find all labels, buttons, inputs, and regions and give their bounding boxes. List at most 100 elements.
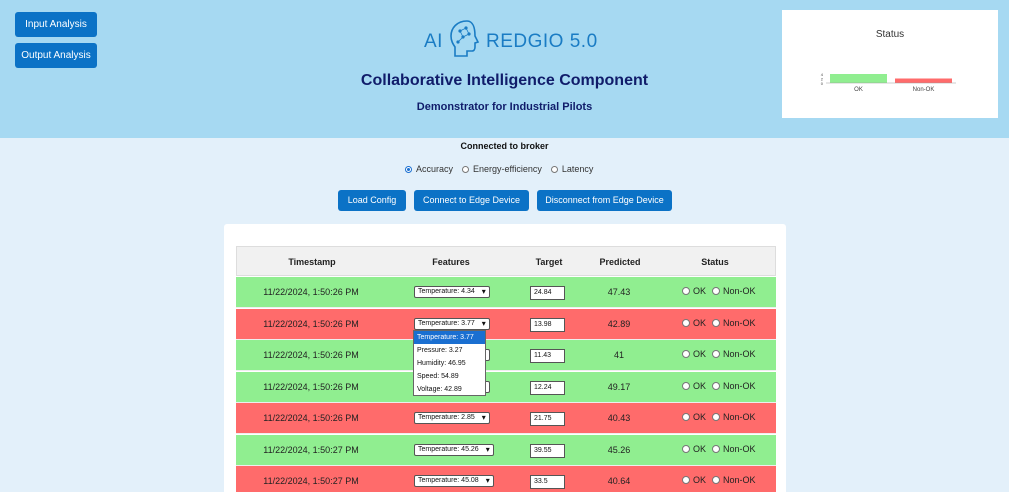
target-input[interactable]: 21.75 — [530, 412, 565, 426]
target-input[interactable]: 13.98 — [530, 317, 565, 332]
status-nok-radio[interactable] — [712, 381, 721, 390]
input-analysis-button[interactable]: Input Analysis — [15, 12, 97, 37]
status-ok-radio[interactable] — [682, 476, 690, 484]
mode-energy-radio[interactable] — [462, 165, 470, 173]
row-status-group: OK Non-OK — [682, 444, 762, 454]
status-ok-label: OK — [693, 286, 707, 296]
mode-latency-option[interactable]: Latency — [550, 164, 594, 174]
row-predicted: 49.17 — [607, 381, 631, 392]
table-row: 11/22/2024, 1:50:26 PM Temperature: 3.77 1… — [236, 308, 776, 340]
target-input[interactable]: 33.5 — [530, 475, 565, 489]
row-status-group: OK Non-OK — [682, 318, 762, 328]
status-ok-radio[interactable] — [682, 287, 690, 295]
mode-energy-option[interactable]: Energy-efficiency — [462, 164, 542, 174]
dropdown-option[interactable]: Pressure: 3.27 — [414, 344, 485, 357]
output-analysis-button[interactable]: Output Analysis — [15, 43, 97, 68]
header-predicted: Predicted — [599, 257, 641, 267]
row-status-group: OK Non-OK — [682, 286, 762, 296]
row-timestamp: 11/22/2024, 1:50:26 PM — [263, 381, 359, 392]
feature-select[interactable]: Temperature: 3.77 — [414, 317, 490, 330]
load-config-button[interactable]: Load Config — [338, 190, 406, 211]
row-timestamp: 11/22/2024, 1:50:26 PM — [263, 413, 359, 423]
status-ok-radio[interactable] — [682, 444, 690, 453]
row-status-group: OK Non-OK — [682, 475, 762, 485]
mode-accuracy-option[interactable]: Accuracy — [405, 164, 453, 174]
table-row: 11/22/2024, 1:50:26 PMTemperature: 3.771… — [236, 340, 776, 371]
row-timestamp: 11/22/2024, 1:50:26 PM — [263, 350, 359, 360]
row-predicted: 41 — [613, 350, 624, 360]
ai-head-icon — [445, 18, 483, 65]
status-ok-radio[interactable] — [682, 381, 690, 390]
status-bar-ok — [830, 74, 887, 83]
status-y-tick: 0 — [821, 81, 824, 86]
row-predicted: 47.43 — [607, 287, 631, 297]
status-nok-label: Non-OK — [723, 286, 756, 296]
status-nok-radio[interactable] — [712, 444, 721, 453]
status-x-label: Non-OK — [913, 87, 935, 93]
redgio-logo: AI REDGIO 5.0 — [420, 18, 600, 60]
target-input[interactable]: 39.55 — [530, 443, 565, 458]
row-timestamp: 11/22/2024, 1:50:27 PM — [263, 444, 359, 455]
header-status: Status — [701, 257, 729, 267]
features-dropdown-menu[interactable]: Temperature: 3.77 Pressure: 3.27 Humidity:… — [413, 330, 486, 396]
table-row: 11/22/2024, 1:50:26 PM Temperature: 2.85 2… — [236, 403, 776, 434]
status-chart: 024 OK Non-OK — [821, 72, 956, 93]
status-ok-radio[interactable] — [682, 350, 690, 358]
status-x-label: OK — [854, 87, 863, 93]
dropdown-option[interactable]: Voltage: 42.89 — [414, 383, 485, 396]
table-row: 11/22/2024, 1:50:27 PM Temperature: 45.26… — [236, 434, 776, 466]
dropdown-option[interactable]: Speed: 54.89 — [414, 370, 485, 383]
logo-name-text: REDGIO 5.0 — [486, 31, 598, 52]
status-ok-label: OK — [693, 380, 707, 391]
mode-latency-radio[interactable] — [550, 165, 558, 173]
status-nok-label: Non-OK — [723, 380, 756, 391]
feature-select[interactable]: Temperature: 2.85 — [414, 412, 490, 424]
status-y-tick: 2 — [821, 77, 824, 82]
status-ok-radio[interactable] — [682, 318, 690, 327]
status-nok-radio[interactable] — [712, 476, 721, 484]
status-ok-label: OK — [693, 475, 707, 485]
status-nok-label: Non-OK — [723, 475, 756, 485]
feature-select[interactable]: Temperature: 4.34 — [414, 286, 490, 298]
row-predicted: 42.89 — [607, 318, 631, 329]
table-header: Timestamp Features Target Predicted Stat… — [236, 246, 776, 276]
disconnect-edge-button[interactable]: Disconnect from Edge Device — [537, 190, 672, 211]
table-row: 11/22/2024, 1:50:26 PMTemperature: 3.771… — [236, 371, 776, 403]
status-bar-nok — [895, 78, 952, 83]
dropdown-option[interactable]: Humidity: 46.95 — [414, 357, 485, 370]
connect-edge-button[interactable]: Connect to Edge Device — [414, 190, 529, 211]
mode-latency-label: Latency — [561, 164, 594, 174]
status-nok-radio[interactable] — [712, 318, 721, 327]
broker-status-text: Connected to broker — [460, 141, 549, 151]
row-timestamp: 11/22/2024, 1:50:26 PM — [263, 318, 359, 329]
status-nok-radio[interactable] — [712, 350, 721, 358]
header-target: Target — [535, 257, 563, 267]
row-timestamp: 11/22/2024, 1:50:26 PM — [263, 287, 359, 297]
status-nok-label: Non-OK — [723, 349, 756, 359]
target-input[interactable]: 12.24 — [530, 380, 565, 395]
target-input[interactable]: 11.43 — [530, 349, 565, 363]
feature-select[interactable]: Temperature: 45.08 — [414, 475, 494, 487]
target-input[interactable]: 24.84 — [530, 286, 565, 300]
status-ok-label: OK — [693, 412, 707, 422]
status-ok-label: OK — [693, 317, 707, 328]
status-ok-label: OK — [693, 349, 707, 359]
logo-ai-text: AI — [424, 31, 443, 52]
mode-accuracy-radio[interactable] — [405, 165, 412, 173]
table-row: 11/22/2024, 1:50:26 PM Temperature: 4.34 2… — [236, 277, 776, 308]
row-status-group: OK Non-OK — [682, 381, 762, 391]
row-status-group: OK Non-OK — [682, 412, 762, 422]
status-y-tick: 4 — [821, 72, 824, 77]
status-nok-radio[interactable] — [712, 287, 721, 295]
status-nok-label: Non-OK — [723, 412, 756, 422]
row-status-group: OK Non-OK — [682, 349, 762, 359]
feature-select[interactable]: Temperature: 45.26 — [414, 443, 494, 456]
mode-energy-label: Energy-efficiency — [473, 164, 542, 174]
status-nok-label: Non-OK — [723, 443, 756, 454]
row-predicted: 40.43 — [607, 413, 631, 423]
dropdown-option[interactable]: Temperature: 3.77 — [414, 331, 485, 344]
mode-radio-group: Accuracy Energy-efficiency Latency — [405, 164, 602, 174]
status-ok-radio[interactable] — [682, 413, 690, 421]
header-features: Features — [432, 257, 470, 267]
status-nok-radio[interactable] — [712, 413, 721, 421]
